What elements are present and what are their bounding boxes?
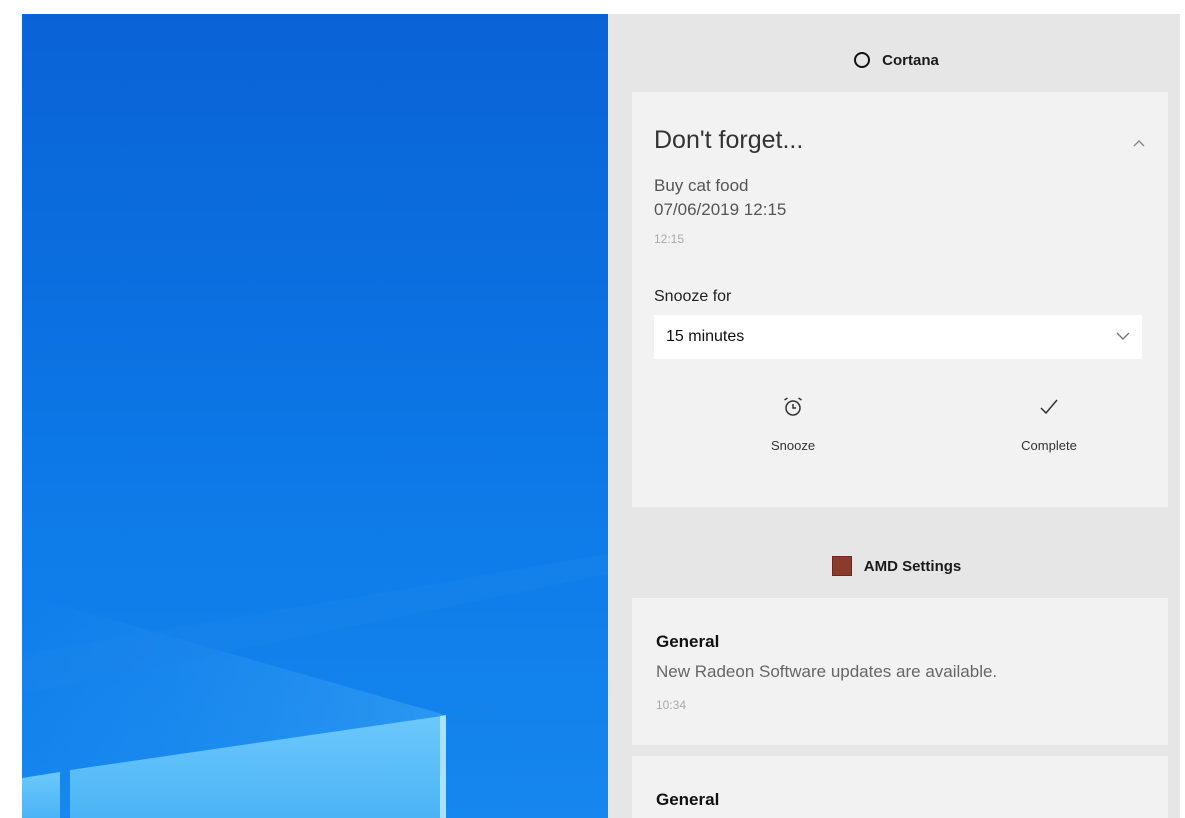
notification-body: New Radeon Software updates are availabl… — [656, 662, 998, 681]
snooze-duration-select[interactable]: 15 minutes — [654, 315, 1142, 359]
windows-logo-light-beams — [22, 554, 608, 818]
screen: Cortana Don't forget... Buy cat food 07/… — [0, 0, 1185, 818]
complete-button[interactable]: Complete — [964, 392, 1134, 472]
action-center-panel: Cortana Don't forget... Buy cat food 07/… — [608, 14, 1185, 818]
amd-group-header: AMD Settings — [608, 536, 1185, 596]
chevron-down-icon — [1116, 332, 1130, 340]
snooze-duration-value: 15 minutes — [666, 328, 745, 345]
amd-app-name: AMD Settings — [863, 557, 962, 575]
reminder-datetime: 07/06/2019 12:15 — [654, 200, 787, 219]
right-border — [1180, 0, 1185, 818]
cortana-group-header: Cortana — [608, 30, 1185, 90]
reminder-title: Don't forget... — [654, 126, 804, 154]
reminder-time: 12:15 — [654, 232, 685, 246]
alarm-clock-icon — [784, 397, 802, 416]
chevron-up-icon[interactable] — [1132, 136, 1146, 150]
cortana-ring-icon — [854, 52, 871, 68]
reminder-task: Buy cat food — [654, 176, 749, 195]
notification-time: 10:34 — [656, 698, 687, 712]
cortana-app-name: Cortana — [882, 51, 939, 69]
notification-title: General — [656, 632, 720, 651]
cortana-reminder-card[interactable]: Don't forget... Buy cat food 07/06/2019 … — [632, 92, 1168, 507]
checkmark-icon — [1040, 399, 1058, 415]
left-border — [0, 0, 22, 818]
desktop-wallpaper — [22, 14, 608, 818]
amd-notification-1[interactable]: General New Radeon Software updates are … — [632, 598, 1168, 745]
snooze-button-label: Snooze — [770, 438, 816, 453]
snooze-label: Snooze for — [654, 288, 732, 305]
amd-app-icon — [831, 556, 852, 576]
amd-notification-2[interactable]: General — [632, 756, 1168, 818]
notification-title: General — [656, 790, 720, 809]
snooze-button[interactable]: Snooze — [708, 392, 878, 472]
complete-button-label: Complete — [1021, 438, 1077, 453]
